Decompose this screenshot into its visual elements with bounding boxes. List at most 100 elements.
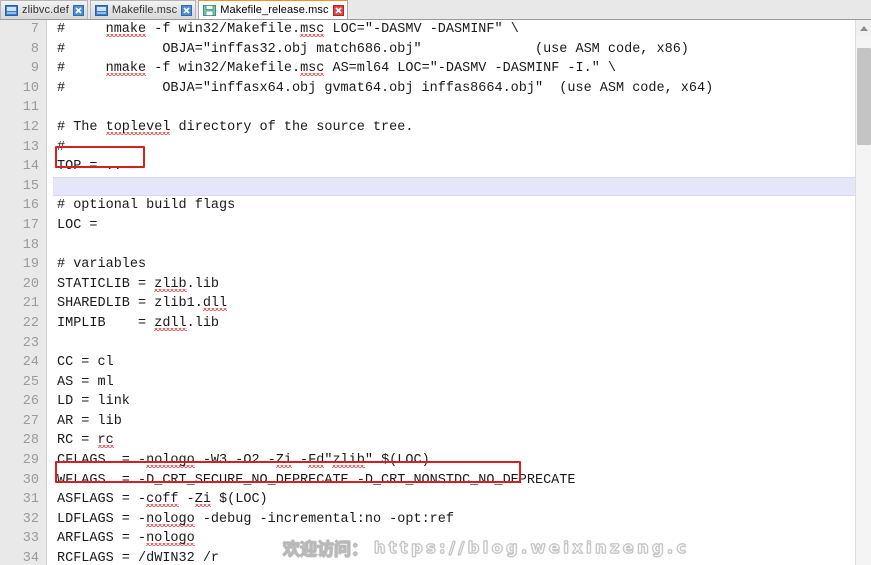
line-number: 31	[22, 492, 39, 508]
line-text: TOP = ..	[57, 159, 122, 175]
code-line[interactable]: 32 LDFLAGS = -nologo -debug -incremental:…	[0, 510, 855, 530]
code-line[interactable]: 12 # The toplevel directory of the source…	[0, 118, 855, 138]
close-icon[interactable]	[72, 4, 84, 16]
line-text: # optional build flags	[57, 198, 236, 214]
tab-label: Makefile_release.msc	[220, 4, 329, 16]
line-text: # The toplevel directory of the source t…	[57, 119, 414, 135]
code-line[interactable]: 17 LOC =	[0, 216, 855, 236]
line-number: 12	[22, 119, 39, 135]
tab-label: zlibvc.def	[22, 4, 69, 16]
code-line[interactable]: 9 # nmake -f win32/Makefile.msc AS=ml64 L…	[0, 59, 855, 79]
tab-label: Makefile.msc	[111, 4, 178, 16]
line-text: ARFLAGS = -nologo	[57, 531, 195, 547]
code-line[interactable]: 20 STATICLIB = zlib.lib	[0, 275, 855, 295]
line-number: 23	[22, 335, 39, 351]
line-number: 17	[22, 217, 39, 233]
code-line[interactable]: 31 ASFLAGS = -coff -Zi $(LOC)	[0, 490, 855, 510]
line-number: 32	[22, 511, 39, 527]
line-number: 13	[22, 139, 39, 155]
line-number: 27	[22, 413, 39, 429]
line-number: 29	[22, 453, 39, 469]
file-blue-icon	[5, 4, 18, 17]
code-line[interactable]: 28 RC = rc	[0, 431, 855, 451]
code-line[interactable]: 24 CC = cl	[0, 353, 855, 373]
code-line[interactable]: 16 # optional build flags	[0, 196, 855, 216]
code-line[interactable]: 13 #	[0, 138, 855, 158]
code-line[interactable]: 21 SHAREDLIB = zlib1.dll	[0, 294, 855, 314]
tab-zlibvc-def[interactable]: zlibvc.def	[0, 0, 88, 19]
line-number: 25	[22, 374, 39, 390]
line-text: AS = ml	[57, 374, 114, 390]
code-line[interactable]: 11	[0, 98, 855, 118]
line-text: CC = cl	[57, 355, 114, 371]
line-number: 16	[22, 198, 39, 214]
line-text: RCFLAGS = /dWIN32 /r	[57, 551, 220, 565]
line-number: 15	[22, 178, 39, 194]
line-number: 20	[22, 276, 39, 292]
line-number: 33	[22, 531, 39, 547]
code-line[interactable]: 25 AS = ml	[0, 373, 855, 393]
code-line[interactable]: 14 TOP = ..	[0, 157, 855, 177]
code-line[interactable]: 19 # variables	[0, 255, 855, 275]
line-number: 14	[22, 159, 39, 175]
vertical-scrollbar[interactable]	[855, 20, 871, 565]
line-number: 8	[30, 41, 39, 57]
line-text: SHAREDLIB = zlib1.dll	[57, 296, 228, 312]
line-number: 9	[30, 61, 39, 77]
code-line[interactable]: 34 RCFLAGS = /dWIN32 /r	[0, 549, 855, 565]
file-blue-icon	[94, 4, 108, 17]
scroll-up-arrow-icon[interactable]	[856, 20, 871, 36]
code-line[interactable]: 18	[0, 236, 855, 256]
line-number: 24	[22, 355, 39, 371]
line-text: STATICLIB = zlib.lib	[57, 276, 220, 292]
code-line[interactable]: 22 IMPLIB = zdll.lib	[0, 314, 855, 334]
line-text: CFLAGS = -nologo -W3 -O2 -Zi -Fd"zlib" $…	[57, 453, 430, 469]
vertical-scroll-thumb[interactable]	[857, 48, 871, 145]
line-number: 18	[22, 237, 39, 253]
code-line[interactable]: 8 # OBJA="inffas32.obj match686.obj" (use…	[0, 40, 855, 60]
close-icon[interactable]	[181, 4, 193, 16]
line-number: 10	[22, 80, 39, 96]
code-line[interactable]: 27 AR = lib	[0, 412, 855, 432]
line-text: WFLAGS = -D_CRT_SECURE_NO_DEPRECATE -D_C…	[57, 472, 576, 488]
line-text: LDFLAGS = -nologo -debug -incremental:no…	[57, 511, 454, 527]
code-line[interactable]: 7 # nmake -f win32/Makefile.msc LOC="-DAS…	[0, 20, 855, 40]
line-number: 28	[22, 433, 39, 449]
line-text: #	[57, 139, 66, 155]
code-line[interactable]: 23	[0, 334, 855, 354]
code-editor-body[interactable]: 7 # nmake -f win32/Makefile.msc LOC="-DAS…	[0, 20, 871, 565]
line-text: # nmake -f win32/Makefile.msc AS=ml64 LO…	[57, 61, 617, 77]
line-text: LOC =	[57, 217, 98, 233]
code-text-area[interactable]: 7 # nmake -f win32/Makefile.msc LOC="-DAS…	[0, 20, 855, 565]
line-number: 7	[30, 22, 39, 37]
line-number: 19	[22, 257, 39, 273]
line-text: RC = rc	[57, 433, 114, 449]
line-text: IMPLIB = zdll.lib	[57, 315, 220, 331]
tab-makefile-release-msc[interactable]: Makefile_release.msc	[198, 0, 348, 19]
line-number: 21	[22, 296, 39, 312]
code-line[interactable]: 29 CFLAGS = -nologo -W3 -O2 -Zi -Fd"zlib"…	[0, 451, 855, 471]
line-text: # nmake -f win32/Makefile.msc LOC="-DASM…	[57, 22, 519, 37]
code-editor-window: zlibvc.def Makefile.msc Makefile_release…	[0, 0, 871, 565]
code-line[interactable]: 10 # OBJA="inffasx64.obj gvmat64.obj inff…	[0, 79, 855, 99]
code-line[interactable]: 30 WFLAGS = -D_CRT_SECURE_NO_DEPRECATE -D…	[0, 471, 855, 491]
code-line[interactable]: 26 LD = link	[0, 392, 855, 412]
save-green-icon	[203, 4, 217, 17]
line-number: 26	[22, 394, 39, 410]
line-text: ASFLAGS = -coff -Zi $(LOC)	[57, 492, 268, 508]
line-number: 34	[22, 551, 39, 565]
line-number: 11	[22, 100, 39, 116]
current-line-highlight	[53, 176, 855, 197]
code-line[interactable]: 15	[0, 176, 855, 197]
editor-tab-bar: zlibvc.def Makefile.msc Makefile_release…	[0, 0, 871, 20]
line-number: 30	[22, 472, 39, 488]
line-text: # OBJA="inffas32.obj match686.obj" (use …	[57, 41, 689, 57]
line-text: # variables	[57, 257, 147, 273]
code-line[interactable]: 33 ARFLAGS = -nologo	[0, 529, 855, 549]
close-icon[interactable]	[332, 4, 344, 16]
line-number: 22	[22, 315, 39, 331]
line-text: AR = lib	[57, 413, 122, 429]
line-text: LD = link	[57, 394, 130, 410]
line-text: # OBJA="inffasx64.obj gvmat64.obj inffas…	[57, 80, 714, 96]
tab-makefile-msc[interactable]: Makefile.msc	[89, 0, 197, 19]
